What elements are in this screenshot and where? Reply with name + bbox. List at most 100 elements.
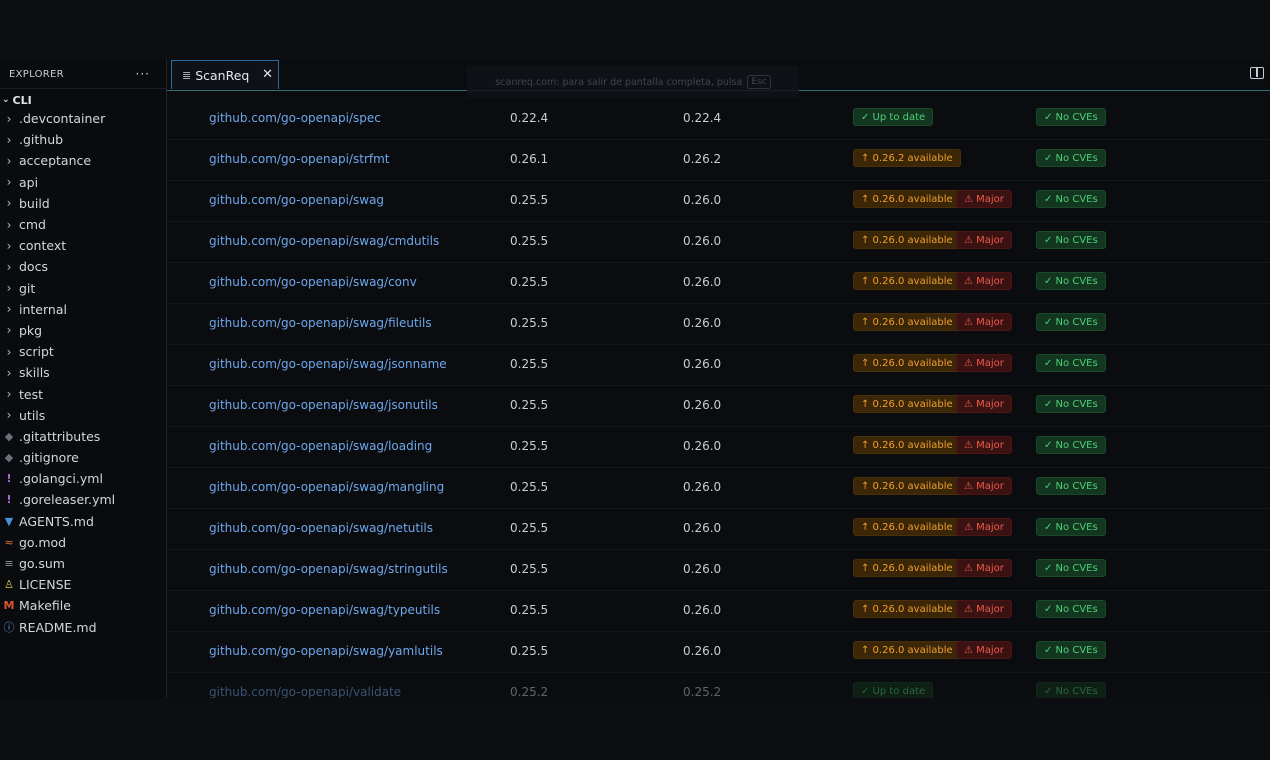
current-version: 0.25.5 [510,480,549,494]
tree-item[interactable]: › test [0,383,166,404]
chevron-right-icon: › [6,111,12,126]
tree-item-label: .gitattributes [19,428,101,444]
tree-item[interactable]: › pkg [0,320,166,341]
package-link[interactable]: github.com/go-openapi/swag/netutils [209,521,433,535]
tree-item[interactable]: ◆ .gitignore [0,447,166,468]
tree-item-label: Makefile [19,598,71,614]
close-icon[interactable]: ✕ [262,67,273,82]
tree-item[interactable]: ! .golangci.yml [0,468,166,489]
table-row: github.com/go-openapi/validate 0.25.2 0.25… [167,673,1270,698]
status-badge: ↑ 0.26.0 available [853,354,961,372]
chevron-right-icon: › [6,365,12,380]
chevron-right-icon: › [6,408,12,423]
chevron-right-icon: › [6,387,12,402]
status-badge: ↑ 0.26.0 available [853,395,961,413]
package-link[interactable]: github.com/go-openapi/swag/cmdutils [209,234,439,248]
package-link[interactable]: github.com/go-openapi/swag/fileutils [209,316,432,330]
explorer-root-folder[interactable]: ⌄ CLI [0,92,166,108]
more-actions-icon[interactable]: ··· [136,67,150,81]
major-badge: ⚠ Major [956,272,1012,290]
major-badge: ⚠ Major [956,641,1012,659]
tree-item[interactable]: › acceptance [0,150,166,171]
status-badge: ↑ 0.26.0 available [853,518,961,536]
latest-version: 0.26.0 [683,439,722,453]
cve-badge: ✓ No CVEs [1036,190,1106,208]
tree-item[interactable]: ◆ .gitattributes [0,426,166,447]
current-version: 0.25.5 [510,234,549,248]
chevron-right-icon: › [6,217,12,232]
package-link[interactable]: github.com/go-openapi/validate [209,685,401,698]
latest-version: 0.26.0 [683,275,722,289]
package-link[interactable]: github.com/go-openapi/spec [209,111,381,125]
package-link[interactable]: github.com/go-openapi/swag/mangling [209,480,444,494]
package-link[interactable]: github.com/go-openapi/swag/stringutils [209,562,448,576]
status-badge: ↑ 0.26.0 available [853,600,961,618]
package-link[interactable]: github.com/go-openapi/swag [209,193,384,207]
status-badge: ↑ 0.26.0 available [853,231,961,249]
tree-item-label: .devcontainer [19,111,106,127]
package-link[interactable]: github.com/go-openapi/swag/yamlutils [209,644,443,658]
current-version: 0.25.5 [510,521,549,535]
latest-version: 0.26.0 [683,234,722,248]
chevron-right-icon: › [6,344,12,359]
package-link[interactable]: github.com/go-openapi/swag/conv [209,275,417,289]
chevron-right-icon: › [6,132,12,147]
status-badge: ↑ 0.26.0 available [853,641,961,659]
major-badge: ⚠ Major [956,190,1012,208]
tree-item[interactable]: ≈ go.mod [0,532,166,553]
tab-scanreq[interactable]: ≣ ScanReq ✕ [171,60,279,89]
tree-item[interactable]: ⓘ README.md [0,617,166,638]
cve-badge: ✓ No CVEs [1036,395,1106,413]
chevron-right-icon: › [6,281,12,296]
tree-item[interactable]: ! .goreleaser.yml [0,489,166,510]
tree-item-label: .gitignore [19,450,79,466]
status-badge: ↑ 0.26.0 available [853,436,961,454]
tree-item[interactable]: › internal [0,299,166,320]
tree-item[interactable]: › utils [0,405,166,426]
tree-item[interactable]: ≡ go.sum [0,553,166,574]
package-link[interactable]: github.com/go-openapi/strfmt [209,152,390,166]
tree-item[interactable]: ♙ LICENSE [0,574,166,595]
cve-badge: ✓ No CVEs [1036,354,1106,372]
split-editor-icon[interactable] [1250,67,1264,79]
tree-item[interactable]: › .github [0,129,166,150]
tree-item[interactable]: › skills [0,362,166,383]
tree-item[interactable]: › api [0,172,166,193]
tree-item[interactable]: M Makefile [0,595,166,616]
current-version: 0.25.5 [510,439,549,453]
cve-badge: ✓ No CVEs [1036,477,1106,495]
tree-item[interactable]: ▼ AGENTS.md [0,511,166,532]
tree-item[interactable]: › context [0,235,166,256]
package-link[interactable]: github.com/go-openapi/swag/typeutils [209,603,440,617]
table-row: github.com/go-openapi/swag/fileutils 0.25… [167,304,1270,345]
tree-item[interactable]: › docs [0,256,166,277]
file-tree: › .devcontainer › .github › acceptance › api › bu… [0,108,166,638]
go-sum-file-icon: ≡ [4,557,14,571]
package-link[interactable]: github.com/go-openapi/swag/jsonname [209,357,447,371]
table-row: github.com/go-openapi/swag/typeutils 0.25… [167,591,1270,632]
tree-item[interactable]: › build [0,193,166,214]
package-link[interactable]: github.com/go-openapi/swag/loading [209,439,432,453]
cve-badge: ✓ No CVEs [1036,641,1106,659]
tree-item[interactable]: › script [0,341,166,362]
editor-tab-bar: ≣ ScanReq ✕ scanreq.com: para salir de p… [167,60,1270,98]
tree-item-label: README.md [19,619,97,635]
major-badge: ⚠ Major [956,518,1012,536]
cve-badge: ✓ No CVEs [1036,436,1106,454]
cve-badge: ✓ No CVEs [1036,272,1106,290]
tree-item[interactable]: › .devcontainer [0,108,166,129]
tree-item-label: .golangci.yml [19,471,103,487]
major-badge: ⚠ Major [956,313,1012,331]
fullscreen-notice-text: scanreq.com: para salir de pantalla comp… [495,76,743,88]
latest-version: 0.26.0 [683,316,722,330]
tree-item-label: .goreleaser.yml [19,492,116,508]
status-badge: ↑ 0.26.0 available [853,313,961,331]
major-badge: ⚠ Major [956,559,1012,577]
tree-item[interactable]: › cmd [0,214,166,235]
explorer-header: EXPLORER ··· [0,60,166,89]
tree-item[interactable]: › git [0,278,166,299]
current-version: 0.25.5 [510,357,549,371]
git-file-icon: ◆ [4,451,14,465]
package-link[interactable]: github.com/go-openapi/swag/jsonutils [209,398,438,412]
current-version: 0.25.5 [510,316,549,330]
